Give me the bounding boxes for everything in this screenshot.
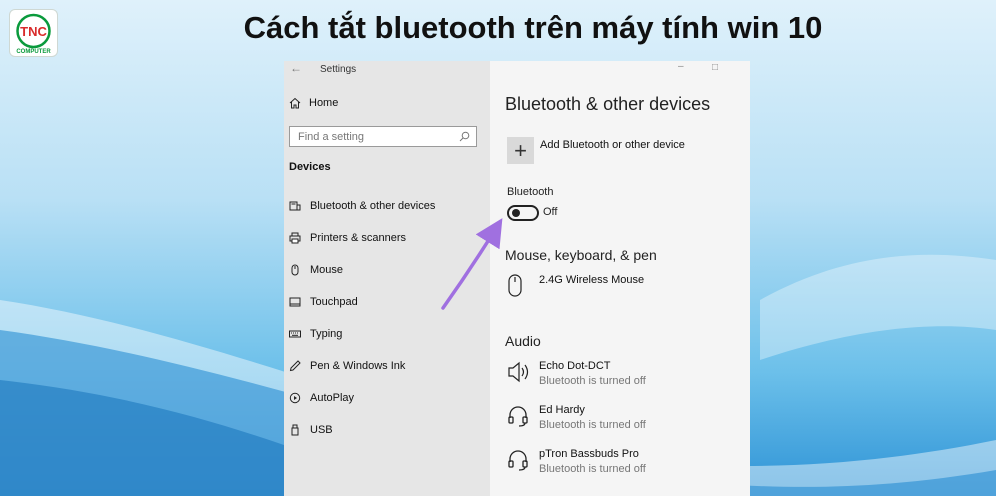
- sidebar-item-label: Typing: [310, 328, 343, 340]
- add-device-button[interactable]: +: [507, 137, 534, 164]
- keyboard-icon: [289, 328, 301, 340]
- minimize-icon[interactable]: –: [678, 61, 684, 72]
- audio-section-heading: Audio: [505, 333, 541, 349]
- home-icon: [289, 97, 301, 109]
- bluetooth-settings-page: – □ Bluetooth & other devices + Add Blue…: [490, 61, 750, 496]
- headset-icon: [508, 450, 528, 471]
- bluetooth-state: Off: [543, 206, 558, 218]
- sidebar-item-mouse[interactable]: Mouse: [289, 264, 343, 276]
- sidebar-item-label: Printers & scanners: [310, 232, 406, 244]
- headset-icon: [508, 406, 528, 427]
- window-title: Settings: [320, 64, 357, 75]
- sidebar-item-touchpad[interactable]: Touchpad: [289, 296, 358, 308]
- sidebar-item-label: Pen & Windows Ink: [310, 360, 406, 372]
- mouse-device-name[interactable]: 2.4G Wireless Mouse: [539, 274, 644, 286]
- audio-device-name[interactable]: pTron Bassbuds Pro: [539, 448, 639, 460]
- page-headline: Cách tắt bluetooth trên máy tính win 10: [243, 10, 823, 45]
- pen-icon: [289, 360, 301, 372]
- sidebar-item-label: Bluetooth & other devices: [310, 200, 436, 212]
- sidebar-home[interactable]: Home: [289, 97, 338, 109]
- settings-sidebar: ← Settings Home Find a setting Devices B…: [284, 61, 490, 496]
- audio-device-status: Bluetooth is turned off: [539, 375, 646, 387]
- sidebar-item-label: USB: [310, 424, 333, 436]
- sidebar-item-bluetooth[interactable]: Bluetooth & other devices: [289, 200, 435, 212]
- audio-device-name[interactable]: Ed Hardy: [539, 404, 585, 416]
- home-label: Home: [309, 97, 339, 109]
- audio-device-status: Bluetooth is turned off: [539, 463, 646, 475]
- maximize-icon[interactable]: □: [712, 62, 718, 73]
- mouse-section-heading: Mouse, keyboard, & pen: [505, 247, 657, 263]
- bluetooth-label: Bluetooth: [507, 186, 554, 198]
- search-placeholder: Find a setting: [298, 130, 365, 143]
- speaker-icon: [508, 361, 529, 383]
- bluetooth-toggle[interactable]: [507, 205, 539, 221]
- page-title: Bluetooth & other devices: [505, 94, 711, 114]
- toggle-knob: [512, 209, 520, 217]
- sidebar-item-printers[interactable]: Printers & scanners: [289, 232, 406, 244]
- sidebar-item-label: Touchpad: [310, 296, 358, 308]
- add-device-label[interactable]: Add Bluetooth or other device: [540, 139, 685, 151]
- sidebar-item-label: AutoPlay: [310, 392, 355, 404]
- svg-text:COMPUTER: COMPUTER: [16, 49, 51, 55]
- bluetooth-devices-icon: [289, 200, 301, 212]
- mouse-icon: [289, 264, 301, 276]
- sidebar-item-autoplay[interactable]: AutoPlay: [289, 392, 354, 404]
- devices-section-heading: Devices: [289, 161, 331, 173]
- printer-icon: [289, 232, 301, 244]
- audio-device-name[interactable]: Echo Dot-DCT: [539, 360, 611, 372]
- mouse-icon: [508, 274, 522, 297]
- audio-device-status: Bluetooth is turned off: [539, 419, 646, 431]
- autoplay-icon: [289, 392, 301, 404]
- touchpad-icon: [289, 296, 301, 308]
- sidebar-item-usb[interactable]: USB: [289, 424, 333, 436]
- settings-window: ← Settings Home Find a setting Devices B…: [284, 61, 750, 496]
- sidebar-item-pen[interactable]: Pen & Windows Ink: [289, 360, 405, 372]
- plus-icon: +: [514, 137, 527, 163]
- usb-icon: [289, 424, 301, 436]
- back-arrow-icon[interactable]: ←: [290, 61, 302, 75]
- search-input[interactable]: Find a setting: [289, 126, 477, 147]
- sidebar-item-label: Mouse: [310, 264, 344, 276]
- search-icon: [459, 131, 470, 142]
- sidebar-item-typing[interactable]: Typing: [289, 328, 342, 340]
